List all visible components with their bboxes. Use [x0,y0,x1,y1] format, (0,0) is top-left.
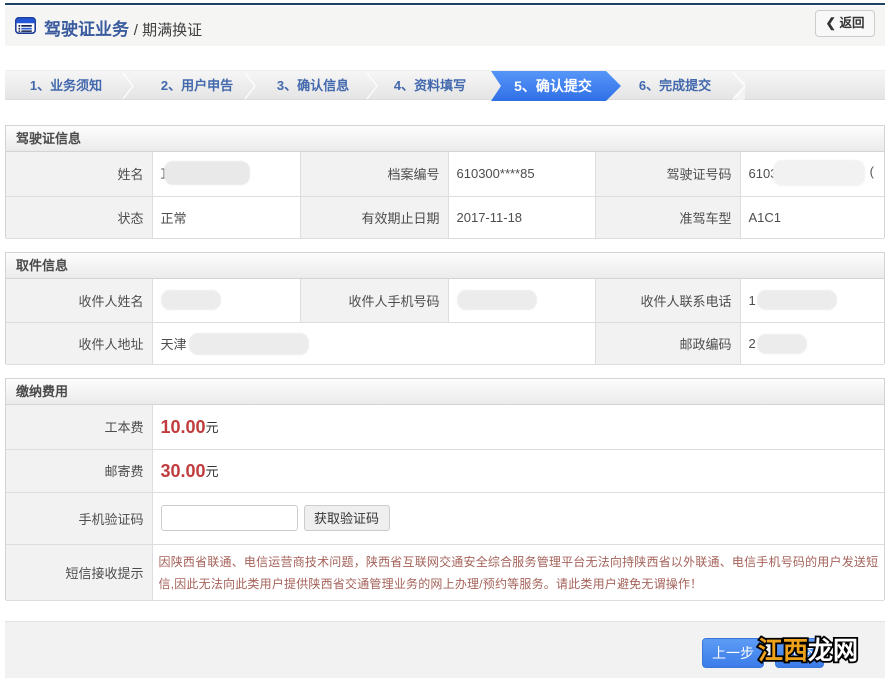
svg-text:5、确认提交: 5、确认提交 [514,78,592,94]
svg-text:江西: 江西 [758,637,808,665]
svg-text:龙网: 龙网 [808,637,858,665]
